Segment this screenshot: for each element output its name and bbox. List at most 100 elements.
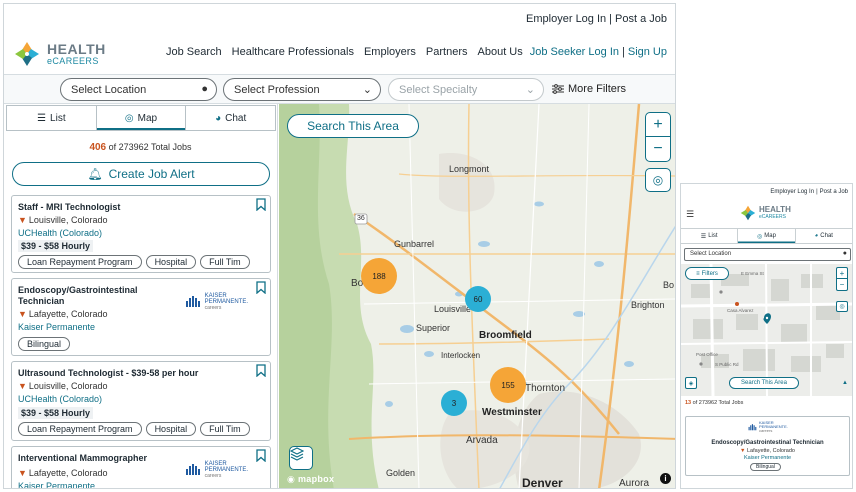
zoom-in-button[interactable]: + [646, 113, 670, 137]
job-employer[interactable]: UCHealth (Colorado) [18, 228, 102, 238]
crosshair-icon: ◎ [652, 173, 664, 187]
bookmark-icon[interactable] [256, 364, 266, 377]
logo-line2: eCAREERS [47, 56, 99, 66]
kaiser-logo-icon [185, 464, 200, 475]
map-label-aurora: Aurora [619, 478, 650, 489]
job-title[interactable]: Endoscopy/Gastrointestinal Technician [686, 440, 849, 446]
nav-employers[interactable]: Employers [364, 46, 416, 58]
create-job-alert-button[interactable]: 🔔︎ Create Job Alert [12, 162, 270, 186]
job-card[interactable]: KAISER PERMANENTE. careers Endoscopy/Gas… [685, 416, 850, 476]
profession-select[interactable]: Select Profession ⌄ [223, 78, 381, 101]
layers-icon [290, 447, 304, 461]
job-card[interactable]: Interventional Mammographer KAISER PERMA… [11, 446, 271, 488]
logo[interactable]: HEALTH eCAREERS [12, 39, 106, 69]
job-card[interactable]: Ultrasound Technologist - $39-58 per hou… [11, 361, 271, 441]
map-label-gunbarrel: Gunbarrel [394, 239, 435, 249]
map-label-broomfield: Broomfield [479, 330, 532, 341]
locate-me-button[interactable]: ◎ [836, 301, 848, 312]
employer-login-link[interactable]: Employer Log In [770, 189, 814, 195]
job-salary: $39 - $58 Hourly [18, 407, 94, 419]
job-tag: Full Tim [200, 255, 250, 269]
results-total-suffix: of 273962 Total Jobs [108, 142, 192, 152]
tab-list-label: List [50, 112, 66, 124]
job-employer[interactable]: Kaiser Permanente [686, 455, 849, 461]
employer-login-link[interactable]: Employer Log In [526, 13, 606, 25]
job-card[interactable]: Endoscopy/Gastrointestinal Technician KA… [11, 278, 271, 356]
job-location: ▼ Louisville, Colorado [18, 215, 107, 225]
tab-chat[interactable]: ◕ Chat [796, 229, 852, 243]
info-icon[interactable]: i [660, 473, 671, 484]
job-tag: Hospital [145, 422, 197, 436]
top-links: Employer Log In | Post a Job [526, 13, 667, 25]
mobile-filters-label: Filters [701, 270, 718, 277]
map-pin-icon: ◎ [124, 112, 134, 124]
job-tags: Loan Repayment Program Hospital Full Tim [18, 422, 250, 436]
zoom-in-button[interactable]: + [837, 268, 847, 279]
map-label-denver: Denver [522, 476, 563, 489]
job-cluster-marker[interactable]: 155 [490, 367, 526, 403]
map-label-thornton: Thornton [525, 383, 566, 394]
zoom-out-button[interactable]: − [646, 137, 670, 161]
mobile-search-this-area-button[interactable]: Search This Area [729, 377, 799, 389]
kaiser-permanente-logo: KAISER PERMANENTE. careers [185, 461, 248, 479]
post-job-link[interactable]: Post a Job [615, 13, 667, 25]
tab-chat[interactable]: ◕ Chat [186, 106, 275, 130]
nav-about-us[interactable]: About Us [478, 46, 523, 58]
job-card[interactable]: Staff - MRI Technologist ▼ Louisville, Co… [11, 195, 271, 273]
job-title[interactable]: Interventional Mammographer [18, 453, 168, 464]
more-filters-button[interactable]: More Filters [552, 83, 626, 95]
post-job-link[interactable]: Post a Job [820, 189, 848, 195]
mobile-location-select[interactable]: Select Location ● [684, 248, 851, 261]
job-employer[interactable]: Kaiser Permanente [18, 481, 95, 488]
map-view[interactable]: 36 Longmont Gunbarrel Louisville Superio… [279, 104, 675, 489]
specialty-select-placeholder: Select Specialty [399, 84, 478, 96]
job-employer[interactable]: Kaiser Permanente [18, 322, 95, 332]
mobile-zoom-controls: + − [836, 267, 848, 291]
bookmark-icon[interactable] [256, 281, 266, 294]
map-pin-icon: ▼ [18, 381, 27, 391]
logo-wordmark: HEALTH eCAREERS [759, 206, 791, 221]
location-select[interactable]: Select Location ● [60, 78, 217, 101]
tab-list[interactable]: ☰ List [7, 106, 97, 130]
job-title[interactable]: Endoscopy/Gastrointestinal Technician [18, 285, 168, 307]
main-nav: Job Search Healthcare Professionals Empl… [166, 46, 523, 58]
mapbox-attribution[interactable]: ◉ mapbox [287, 474, 334, 485]
zoom-out-button[interactable]: − [837, 279, 847, 290]
hamburger-menu-icon[interactable]: ☰ [686, 209, 694, 220]
job-tag: Bilingual [750, 463, 781, 471]
logo[interactable]: HEALTH eCAREERS [739, 204, 791, 222]
map-label-restaurant: Casa Alvarez [727, 308, 754, 313]
bookmark-icon[interactable] [256, 449, 266, 462]
mobile-window: Employer Log In | Post a Job ☰ HEALTH eC… [680, 183, 853, 489]
map-layers-button[interactable] [289, 446, 313, 470]
tab-map[interactable]: ◎ Map [738, 229, 796, 243]
job-cluster-marker[interactable]: 188 [361, 258, 397, 294]
map-label-westminster: Westminster [482, 407, 542, 418]
specialty-select[interactable]: Select Specialty ⌄ [388, 78, 544, 101]
route-label: 36 [357, 215, 365, 222]
nav-healthcare-professionals[interactable]: Healthcare Professionals [232, 46, 354, 58]
map-pin-icon: ◎ [757, 233, 763, 240]
job-employer[interactable]: UCHealth (Colorado) [18, 394, 102, 404]
job-title[interactable]: Ultrasound Technologist - $39-58 per hou… [18, 368, 238, 379]
health-ecareers-logo-icon [740, 205, 756, 221]
tab-list[interactable]: ☰ List [681, 229, 739, 243]
map-label-road: S Public Rd [715, 362, 739, 367]
job-cluster-marker[interactable]: 60 [465, 286, 491, 312]
map-layers-button[interactable]: ◈ [685, 377, 697, 389]
job-seeker-login-link[interactable]: Job Seeker Log In [530, 46, 619, 58]
job-title[interactable]: Staff - MRI Technologist [18, 202, 168, 213]
mobile-filters-button[interactable]: ≡ Filters [685, 267, 729, 280]
results-total-suffix: of 273962 Total Jobs [692, 400, 744, 406]
job-cluster-marker[interactable]: 3 [441, 390, 467, 416]
nav-job-search[interactable]: Job Search [166, 46, 222, 58]
bookmark-icon[interactable] [256, 198, 266, 211]
logo-line1: HEALTH [47, 41, 106, 57]
sign-up-link[interactable]: Sign Up [628, 46, 667, 58]
tab-map[interactable]: ◎ Map [96, 106, 187, 130]
job-tags: Bilingual [18, 337, 71, 351]
locate-me-button[interactable]: ◎ [645, 168, 671, 192]
search-this-area-button[interactable]: Search This Area [287, 114, 419, 138]
bell-icon[interactable]: ▲ [842, 380, 848, 386]
nav-partners[interactable]: Partners [426, 46, 468, 58]
